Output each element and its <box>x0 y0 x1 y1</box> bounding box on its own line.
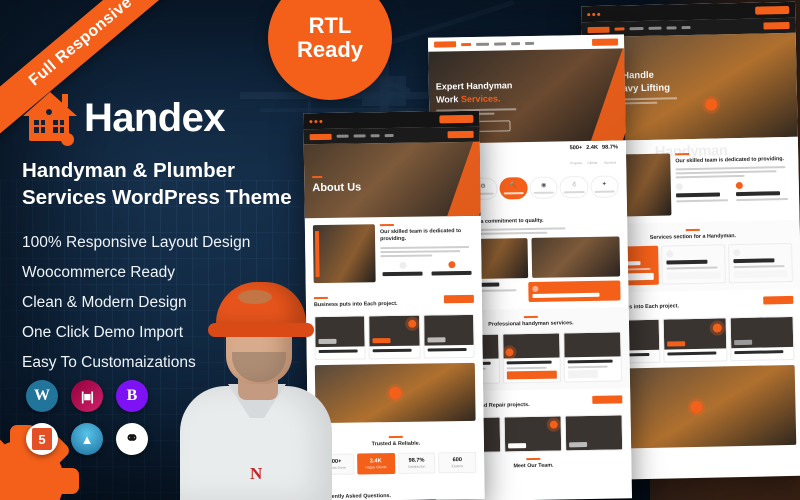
stat-item: 2.4K Happy Clients <box>356 452 395 475</box>
project-card[interactable] <box>564 414 624 452</box>
wordpress-icon: W <box>26 380 58 412</box>
house-icon <box>22 92 77 146</box>
html5-icon: 5 <box>26 423 58 455</box>
stat-value: 2.4K <box>369 457 382 464</box>
bootstrap-icon: B <box>116 380 148 412</box>
shirt-logo: N <box>250 464 263 483</box>
page-title: Handyman & Plumber Services WordPress Th… <box>22 159 292 210</box>
service-card[interactable] <box>563 331 622 383</box>
hero-title-accent: Services. <box>460 93 501 105</box>
stat-label: Happy Clients <box>365 464 387 470</box>
service-card[interactable] <box>502 332 561 384</box>
service-icon-item[interactable]: ◉ <box>529 176 559 199</box>
brand-lockup: Handex <box>22 92 322 146</box>
stat-label: Projects <box>570 161 582 166</box>
revolution-slider-icon: ▲ <box>71 423 103 455</box>
view-all-button[interactable] <box>443 294 474 304</box>
faq-title: Frequently Asked Questions. <box>316 492 392 500</box>
rtl-badge-line1: RTL <box>308 13 352 39</box>
project-card[interactable] <box>662 316 728 363</box>
stat-label: Satisfaction <box>407 464 426 469</box>
hero-title-line1: Expert Handyman <box>435 80 513 92</box>
hero-section: About Us <box>303 141 481 219</box>
view-all-button[interactable] <box>592 395 623 404</box>
nav-logo <box>587 26 610 33</box>
elementor-icon: |■| <box>71 380 103 412</box>
hero-title-line2: Work <box>435 94 461 105</box>
about-title: Our skilled team is dedicated to providi… <box>675 156 785 165</box>
feature-item: 100% Responsive Layout Design <box>22 234 251 252</box>
stat-label: Clients <box>587 160 598 165</box>
view-all-button[interactable] <box>763 296 794 305</box>
stat-value: 600 <box>452 456 462 463</box>
brand-name: Handex <box>84 96 226 140</box>
foreground-worker-photo: N <box>176 268 336 500</box>
promo-banner: Let Us Handle The Heavy Lifting Handyman… <box>0 0 800 500</box>
workshop-photo[interactable] <box>314 363 476 424</box>
mailchimp-icon: ⚭ <box>116 423 148 455</box>
stat-value: 98.7% <box>408 457 425 464</box>
stat-label: Experts <box>451 463 464 468</box>
rtl-badge-line2: Ready <box>296 37 364 62</box>
stat-label: Success <box>604 160 617 165</box>
stat-item: 98.7% Satisfaction <box>397 452 436 474</box>
project-card[interactable] <box>503 415 563 453</box>
stat-item: 600 Experts <box>438 451 477 473</box>
service-icon-item-active[interactable]: 🔨 <box>499 177 528 200</box>
project-card[interactable] <box>422 314 475 359</box>
stat-value: 98.7% <box>601 144 618 151</box>
hard-hat <box>208 282 314 337</box>
project-card[interactable] <box>729 315 795 361</box>
stat-value: 500+ <box>569 145 583 152</box>
technology-badges: W |■| B 5 ▲ ⚭ <box>26 380 176 455</box>
service-card[interactable] <box>728 243 793 284</box>
service-icon-item[interactable]: ☃ <box>559 175 589 199</box>
stats-title: Trusted & Reliable. <box>371 440 421 448</box>
project-card[interactable] <box>368 314 421 360</box>
stat-value: 2.4K <box>586 144 599 152</box>
about-title: Our skilled team is dedicated to providi… <box>379 228 462 243</box>
service-card[interactable] <box>661 244 726 285</box>
service-icon-item[interactable]: ✦ <box>590 175 619 198</box>
